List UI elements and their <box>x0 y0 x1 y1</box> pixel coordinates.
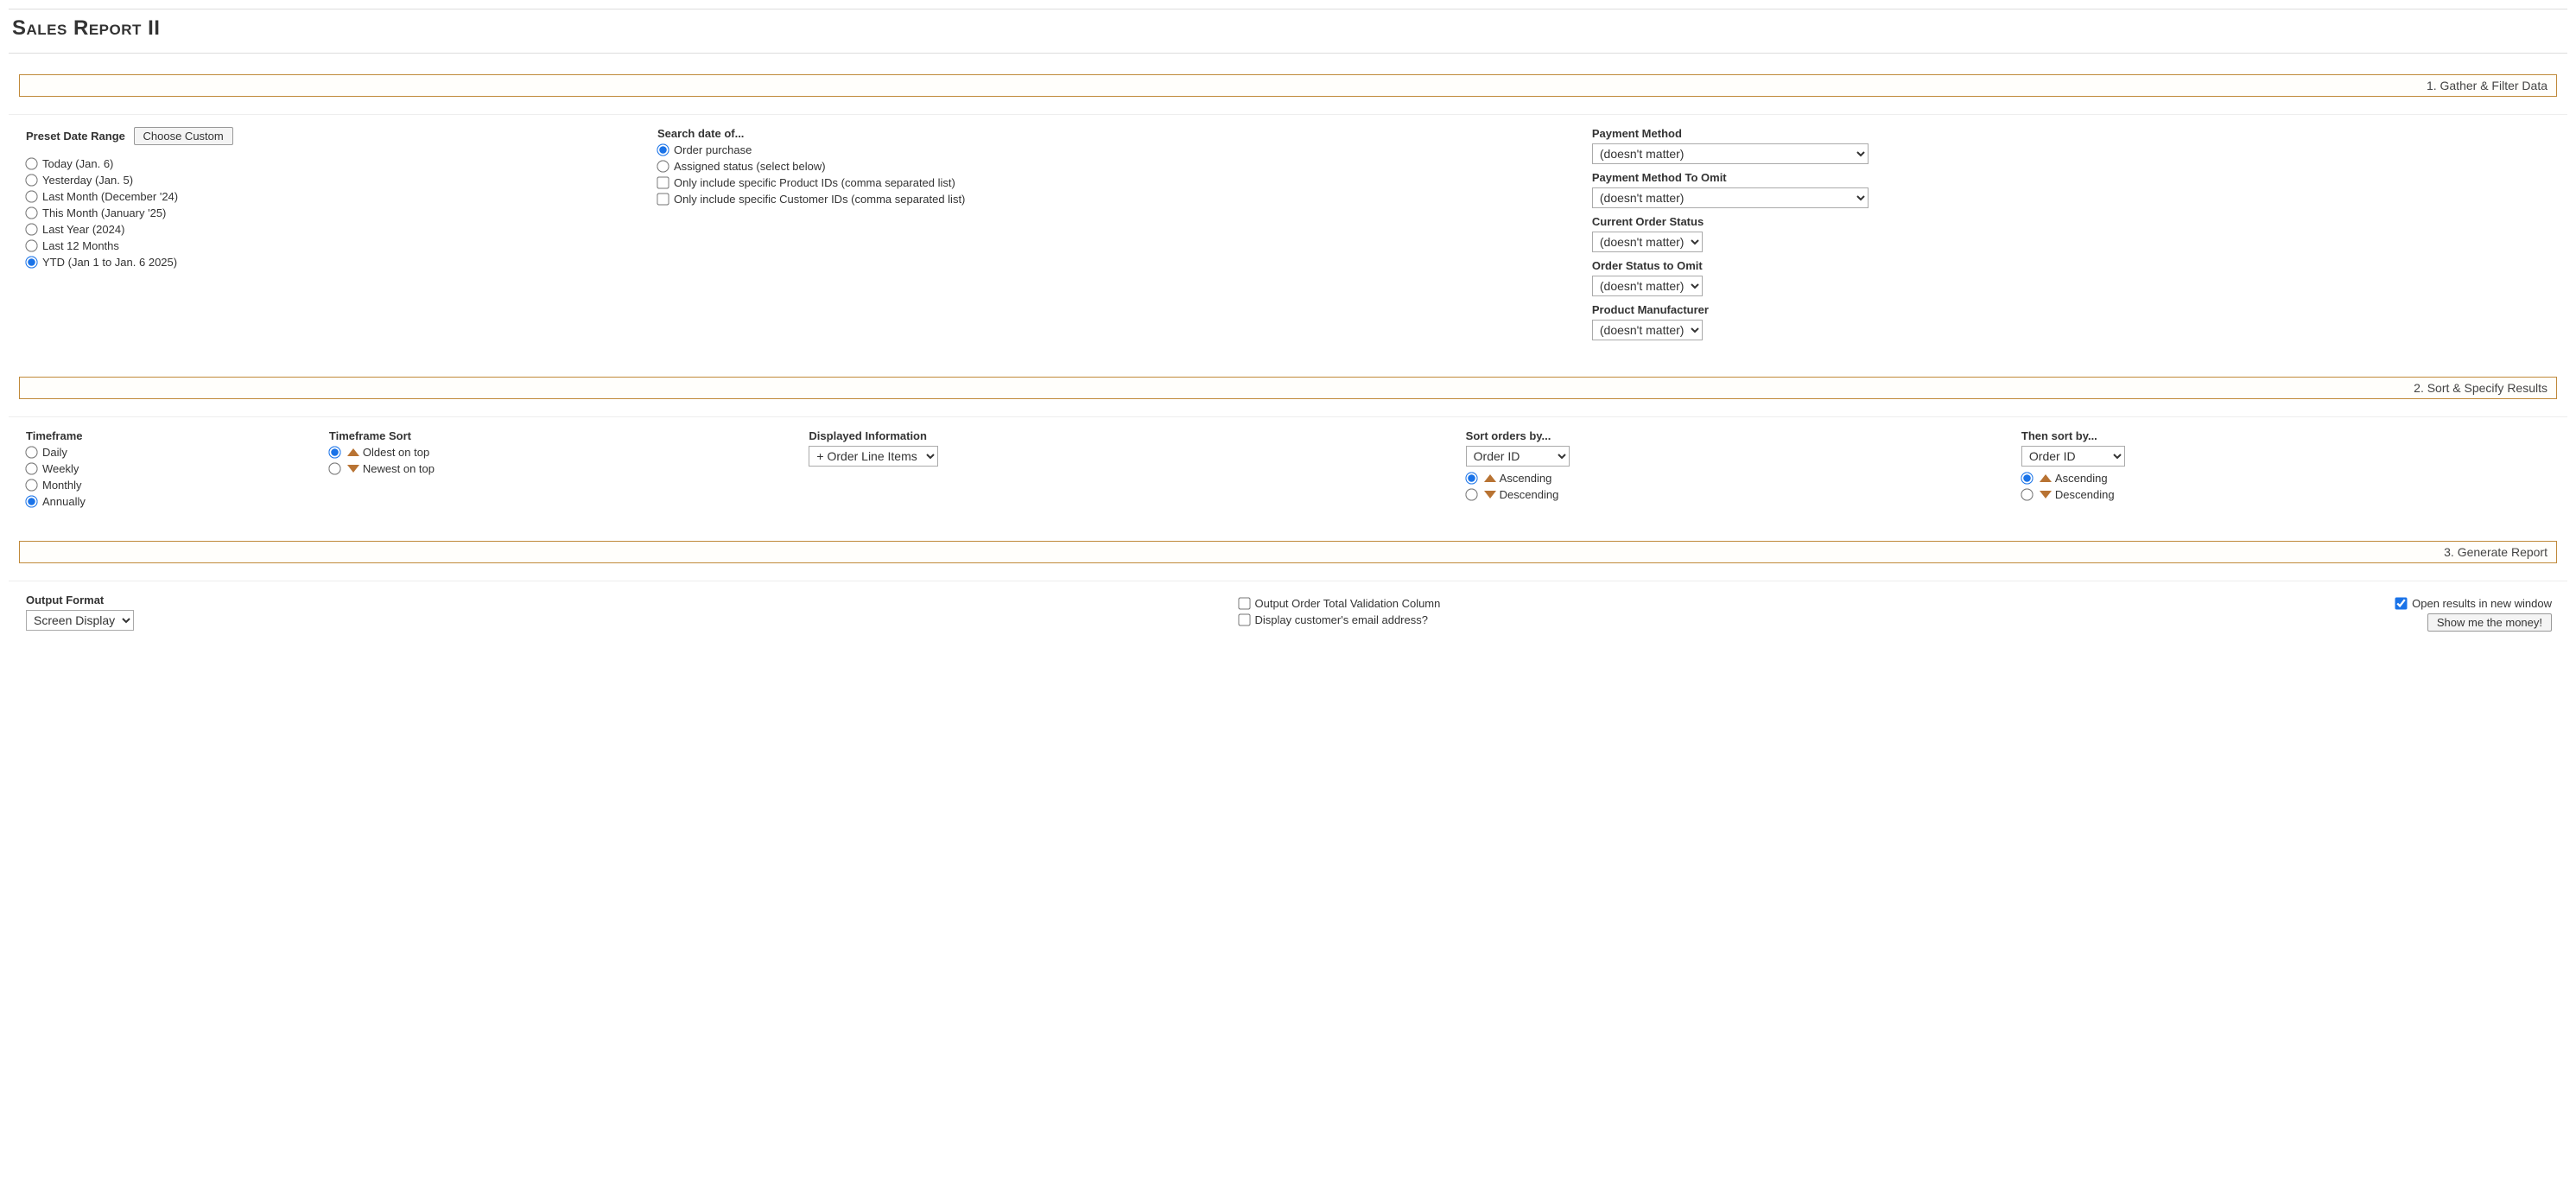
sort1-select[interactable]: Order ID <box>1466 446 1570 467</box>
label-new-window: Open results in new window <box>2412 597 2552 610</box>
search-date-heading: Search date of... <box>657 127 1592 140</box>
displayed-info-select[interactable]: + Order Line Items <box>809 446 938 467</box>
page-title: Sales Report II <box>12 16 2567 41</box>
checkbox-only-customer-ids[interactable] <box>657 193 669 205</box>
label-monthly: Monthly <box>42 479 82 492</box>
output-format-heading: Output Format <box>26 594 1239 606</box>
label-only-product-ids: Only include specific Product IDs (comma… <box>674 176 955 189</box>
label-last-month: Last Month (December '24) <box>42 190 178 203</box>
radio-sort2-asc[interactable] <box>2021 472 2033 484</box>
radio-last-year[interactable] <box>25 223 37 235</box>
sort2-select[interactable]: Order ID <box>2021 446 2125 467</box>
label-oldest-top: Oldest on top <box>363 446 429 459</box>
label-weekly: Weekly <box>42 462 79 475</box>
sort2-heading: Then sort by... <box>2021 429 2552 442</box>
label-today: Today (Jan. 6) <box>42 157 113 170</box>
arrow-up-icon <box>2040 474 2052 482</box>
radio-sort1-asc[interactable] <box>1465 472 1477 484</box>
radio-annually[interactable] <box>25 495 37 507</box>
label-sort1-desc: Descending <box>1500 488 1559 501</box>
step-1-bar: 1. Gather & Filter Data <box>19 74 2557 97</box>
order-status-omit-label: Order Status to Omit <box>1592 259 2552 272</box>
radio-this-month[interactable] <box>25 206 37 219</box>
choose-custom-button[interactable]: Choose Custom <box>134 127 233 145</box>
label-last-12: Last 12 Months <box>42 239 119 252</box>
order-status-omit-select[interactable]: (doesn't matter) <box>1592 276 1703 296</box>
label-annually: Annually <box>42 495 86 508</box>
step-2-bar: 2. Sort & Specify Results <box>19 377 2557 399</box>
current-order-status-select[interactable]: (doesn't matter) <box>1592 232 1703 252</box>
arrow-up-icon <box>347 448 359 456</box>
step-3-bar: 3. Generate Report <box>19 541 2557 563</box>
radio-oldest-top[interactable] <box>328 446 340 458</box>
submit-button[interactable]: Show me the money! <box>2427 613 2552 632</box>
label-sort2-desc: Descending <box>2055 488 2115 501</box>
radio-weekly[interactable] <box>25 462 37 474</box>
radio-sort2-desc[interactable] <box>2021 488 2033 500</box>
radio-today[interactable] <box>25 157 37 169</box>
label-order-purchase: Order purchase <box>674 143 752 156</box>
label-sort1-asc: Ascending <box>1500 472 1552 485</box>
checkbox-display-email[interactable] <box>1238 613 1250 625</box>
arrow-down-icon <box>2040 491 2052 498</box>
label-ytd: YTD (Jan 1 to Jan. 6 2025) <box>42 256 177 269</box>
radio-daily[interactable] <box>25 446 37 458</box>
label-yesterday: Yesterday (Jan. 5) <box>42 174 133 187</box>
timeframe-heading: Timeframe <box>26 429 329 442</box>
payment-method-omit-label: Payment Method To Omit <box>1592 171 2552 184</box>
radio-last-month[interactable] <box>25 190 37 202</box>
displayed-info-heading: Displayed Information <box>809 429 1465 442</box>
radio-yesterday[interactable] <box>25 174 37 186</box>
label-daily: Daily <box>42 446 67 459</box>
arrow-down-icon <box>1484 491 1496 498</box>
radio-ytd[interactable] <box>25 256 37 268</box>
checkbox-validation-column[interactable] <box>1238 597 1250 609</box>
payment-method-omit-select[interactable]: (doesn't matter) <box>1592 187 1869 208</box>
label-display-email: Display customer's email address? <box>1255 613 1428 626</box>
radio-last-12[interactable] <box>25 239 37 251</box>
preset-heading: Preset Date Range <box>26 130 125 143</box>
arrow-up-icon <box>1484 474 1496 482</box>
output-format-select[interactable]: Screen Display <box>26 610 134 631</box>
label-newest-top: Newest on top <box>363 462 435 475</box>
radio-monthly[interactable] <box>25 479 37 491</box>
product-manufacturer-label: Product Manufacturer <box>1592 303 2552 316</box>
radio-sort1-desc[interactable] <box>1465 488 1477 500</box>
product-manufacturer-select[interactable]: (doesn't matter) <box>1592 320 1703 340</box>
payment-method-select[interactable]: (doesn't matter) <box>1592 143 1869 164</box>
payment-method-label: Payment Method <box>1592 127 2552 140</box>
radio-newest-top[interactable] <box>328 462 340 474</box>
label-sort2-asc: Ascending <box>2055 472 2108 485</box>
current-order-status-label: Current Order Status <box>1592 215 2552 228</box>
label-last-year: Last Year (2024) <box>42 223 124 236</box>
label-assigned-status: Assigned status (select below) <box>674 160 826 173</box>
checkbox-only-product-ids[interactable] <box>657 176 669 188</box>
checkbox-new-window[interactable] <box>2395 597 2407 609</box>
radio-assigned-status[interactable] <box>657 160 669 172</box>
label-this-month: This Month (January '25) <box>42 206 166 219</box>
sort1-heading: Sort orders by... <box>1466 429 2021 442</box>
radio-order-purchase[interactable] <box>657 143 669 156</box>
label-validation-column: Output Order Total Validation Column <box>1255 597 1441 610</box>
arrow-down-icon <box>347 465 359 473</box>
label-only-customer-ids: Only include specific Customer IDs (comm… <box>674 193 965 206</box>
timeframe-sort-heading: Timeframe Sort <box>329 429 809 442</box>
